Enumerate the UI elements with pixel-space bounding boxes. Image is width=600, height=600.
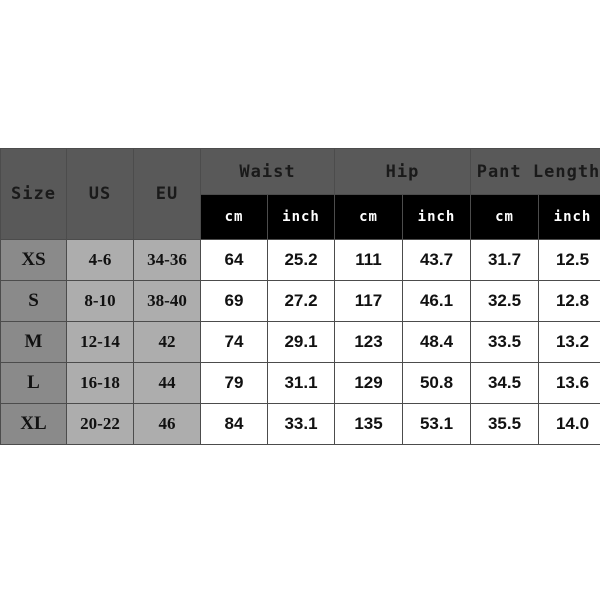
cell-hip-cm: 123 <box>334 321 403 363</box>
cell-us: 20-22 <box>66 403 134 445</box>
header-eu: EU <box>133 148 201 240</box>
cell-hip-inch: 53.1 <box>402 403 471 445</box>
cell-pant-cm: 34.5 <box>470 362 539 404</box>
cell-hip-inch: 48.4 <box>402 321 471 363</box>
cell-hip-cm: 111 <box>334 239 403 281</box>
table-head: Size US EU Waist Hip Pant Length cm inch… <box>0 148 600 240</box>
cell-eu: 38-40 <box>133 280 201 322</box>
cell-waist-cm: 74 <box>200 321 268 363</box>
cell-hip-inch: 50.8 <box>402 362 471 404</box>
cell-us: 12-14 <box>66 321 134 363</box>
cell-waist-cm: 84 <box>200 403 268 445</box>
size-chart-table: Size US EU Waist Hip Pant Length cm inch… <box>0 148 600 445</box>
cell-eu: 44 <box>133 362 201 404</box>
cell-size: XS <box>0 239 67 281</box>
cell-size: M <box>0 321 67 363</box>
cell-hip-cm: 129 <box>334 362 403 404</box>
header-pant-length: Pant Length <box>470 148 600 195</box>
header-waist-cm: cm <box>200 194 268 240</box>
table-row: M 12-14 42 74 29.1 123 48.4 33.5 13.2 <box>0 321 600 363</box>
header-us: US <box>66 148 134 240</box>
header-waist-inch: inch <box>267 194 335 240</box>
cell-waist-inch: 31.1 <box>267 362 335 404</box>
header-pant-cm: cm <box>470 194 539 240</box>
cell-pant-cm: 33.5 <box>470 321 539 363</box>
cell-hip-inch: 43.7 <box>402 239 471 281</box>
table-row: S 8-10 38-40 69 27.2 117 46.1 32.5 12.8 <box>0 280 600 322</box>
header-group-row: Size US EU Waist Hip Pant Length <box>0 148 600 240</box>
header-waist: Waist <box>200 148 335 195</box>
cell-waist-cm: 79 <box>200 362 268 404</box>
cell-eu: 42 <box>133 321 201 363</box>
header-hip-inch: inch <box>402 194 471 240</box>
cell-pant-cm: 32.5 <box>470 280 539 322</box>
cell-pant-cm: 35.5 <box>470 403 539 445</box>
cell-waist-inch: 25.2 <box>267 239 335 281</box>
cell-size: XL <box>0 403 67 445</box>
cell-us: 4-6 <box>66 239 134 281</box>
cell-us: 16-18 <box>66 362 134 404</box>
header-pant-inch: inch <box>538 194 600 240</box>
cell-pant-inch: 14.0 <box>538 403 600 445</box>
cell-pant-cm: 31.7 <box>470 239 539 281</box>
cell-waist-inch: 27.2 <box>267 280 335 322</box>
size-chart-container: Size US EU Waist Hip Pant Length cm inch… <box>0 148 600 445</box>
header-size: Size <box>0 148 67 240</box>
header-hip-cm: cm <box>334 194 403 240</box>
cell-hip-cm: 117 <box>334 280 403 322</box>
cell-pant-inch: 13.6 <box>538 362 600 404</box>
header-hip: Hip <box>334 148 471 195</box>
table-body: XS 4-6 34-36 64 25.2 111 43.7 31.7 12.5 … <box>0 239 600 445</box>
table-row: L 16-18 44 79 31.1 129 50.8 34.5 13.6 <box>0 362 600 404</box>
cell-waist-inch: 33.1 <box>267 403 335 445</box>
cell-pant-inch: 12.8 <box>538 280 600 322</box>
cell-pant-inch: 12.5 <box>538 239 600 281</box>
table-row: XL 20-22 46 84 33.1 135 53.1 35.5 14.0 <box>0 403 600 445</box>
cell-waist-cm: 64 <box>200 239 268 281</box>
cell-waist-inch: 29.1 <box>267 321 335 363</box>
cell-size: L <box>0 362 67 404</box>
cell-size: S <box>0 280 67 322</box>
cell-eu: 34-36 <box>133 239 201 281</box>
cell-eu: 46 <box>133 403 201 445</box>
cell-us: 8-10 <box>66 280 134 322</box>
cell-waist-cm: 69 <box>200 280 268 322</box>
cell-hip-inch: 46.1 <box>402 280 471 322</box>
cell-pant-inch: 13.2 <box>538 321 600 363</box>
cell-hip-cm: 135 <box>334 403 403 445</box>
table-row: XS 4-6 34-36 64 25.2 111 43.7 31.7 12.5 <box>0 239 600 281</box>
